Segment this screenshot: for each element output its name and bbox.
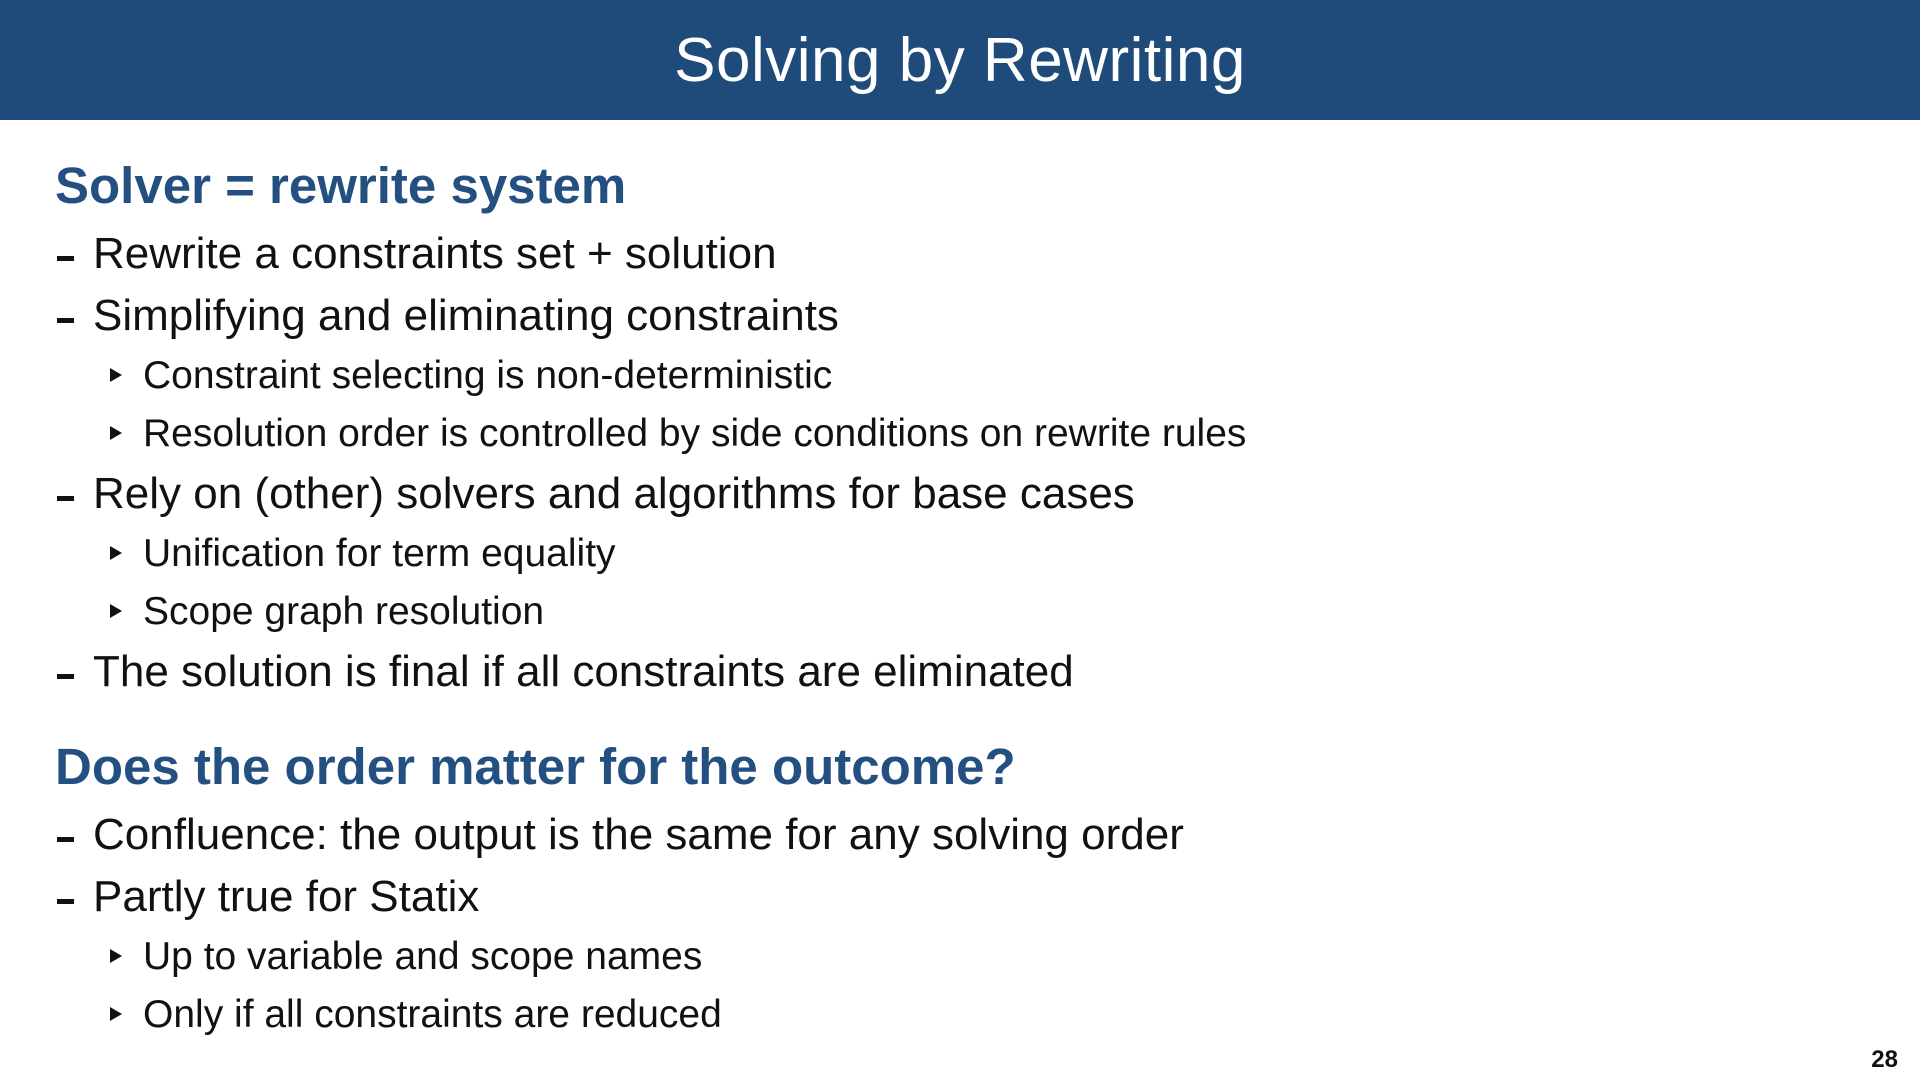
- sub-bullet-item: Scope graph resolution: [55, 583, 1855, 641]
- section-order: Does the order matter for the outcome? C…: [55, 741, 1855, 1044]
- triangle-bullet-icon: [110, 546, 122, 560]
- sub-bullet-item: Constraint selecting is non-deterministi…: [55, 347, 1855, 405]
- bullet-item: Partly true for Statix: [55, 866, 1855, 928]
- bullet-item: Rewrite a constraints set + solution: [55, 223, 1855, 285]
- sub-bullet-text: Scope graph resolution: [143, 590, 545, 633]
- sub-bullet-text: Unification for term equality: [143, 532, 616, 575]
- slide-title: Solving by Rewriting: [674, 25, 1246, 95]
- bullet-item: The solution is final if all constraints…: [55, 641, 1855, 703]
- section-solver: Solver = rewrite system Rewrite a constr…: [55, 160, 1855, 703]
- sub-bullet-item: Resolution order is controlled by side c…: [55, 405, 1855, 463]
- title-bar: Solving by Rewriting: [0, 0, 1920, 120]
- bullet-item: Rely on (other) solvers and algorithms f…: [55, 463, 1855, 525]
- slide: Solving by Rewriting Solver = rewrite sy…: [0, 0, 1920, 1080]
- bullet-list: Rewrite a constraints set + solution Sim…: [55, 223, 1855, 703]
- triangle-bullet-icon: [110, 426, 122, 440]
- bullet-list: Confluence: the output is the same for a…: [55, 804, 1855, 1044]
- section-heading: Solver = rewrite system: [55, 157, 627, 214]
- sub-bullet-text: Only if all constraints are reduced: [143, 993, 722, 1036]
- sub-bullet-item: Only if all constraints are reduced: [55, 986, 1855, 1044]
- section-heading: Does the order matter for the outcome?: [55, 738, 1016, 795]
- bullet-item: Simplifying and eliminating constraints: [55, 285, 1855, 347]
- triangle-bullet-icon: [110, 604, 122, 618]
- sub-bullet-text: Up to variable and scope names: [143, 935, 703, 978]
- slide-content: Solver = rewrite system Rewrite a constr…: [55, 150, 1855, 1044]
- triangle-bullet-icon: [110, 368, 122, 382]
- page-number: 28: [1871, 1046, 1898, 1073]
- triangle-bullet-icon: [110, 949, 122, 963]
- sub-bullet-text: Resolution order is controlled by side c…: [143, 412, 1247, 455]
- triangle-bullet-icon: [110, 1007, 122, 1021]
- sub-bullet-item: Unification for term equality: [55, 525, 1855, 583]
- sub-bullet-text: Constraint selecting is non-deterministi…: [143, 354, 833, 397]
- bullet-item: Confluence: the output is the same for a…: [55, 804, 1855, 866]
- sub-bullet-item: Up to variable and scope names: [55, 928, 1855, 986]
